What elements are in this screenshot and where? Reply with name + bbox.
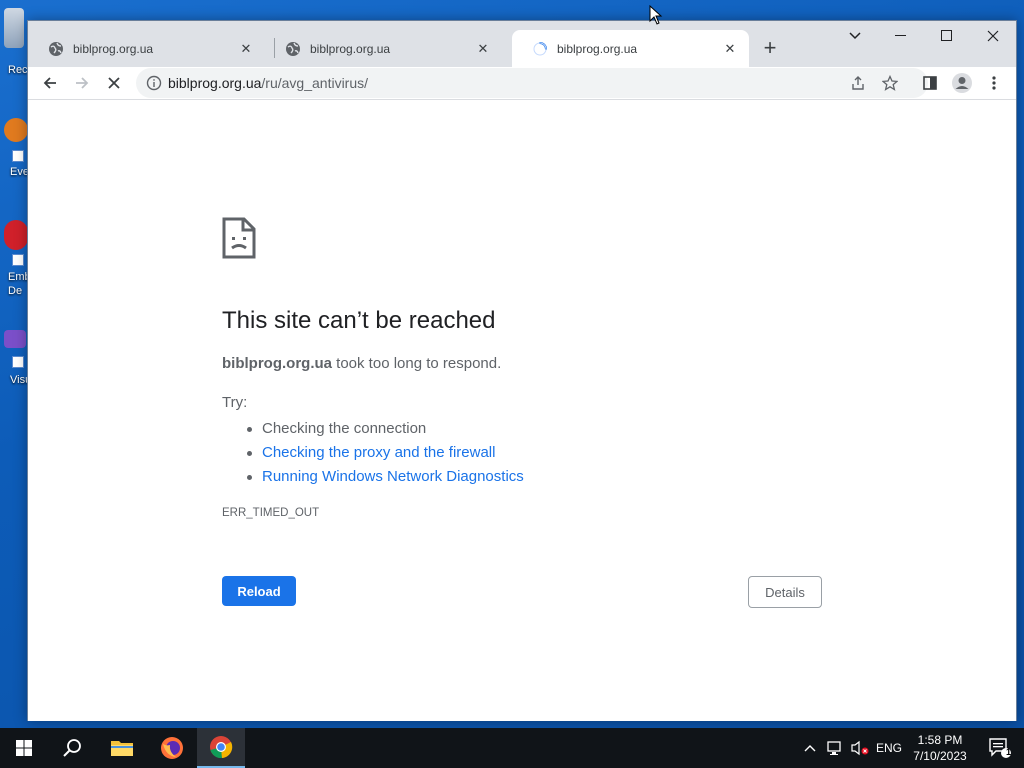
minimize-icon bbox=[895, 35, 906, 36]
taskbar: ENG 1:58 PM 7/10/2023 1 bbox=[0, 728, 1024, 768]
firefox-icon bbox=[161, 737, 183, 759]
bookmark-button[interactable] bbox=[876, 69, 904, 97]
chrome-icon bbox=[210, 736, 233, 759]
tab-3-active[interactable]: biblprog.org.ua ✕ bbox=[512, 30, 749, 67]
action-center-button[interactable]: 1 bbox=[976, 728, 1024, 768]
shortcut-arrow-icon bbox=[12, 356, 24, 368]
suggestion-network-diagnostics-link[interactable]: Running Windows Network Diagnostics bbox=[247, 465, 524, 489]
error-description: biblprog.org.ua took too long to respond… bbox=[222, 355, 501, 372]
error-host: biblprog.org.ua bbox=[222, 355, 332, 372]
globe-icon bbox=[285, 41, 301, 57]
close-icon bbox=[987, 30, 999, 42]
side-panel-button[interactable] bbox=[916, 69, 944, 97]
shortcut-arrow-icon bbox=[12, 150, 24, 162]
maximize-icon bbox=[941, 30, 952, 41]
arrow-left-icon bbox=[43, 77, 56, 89]
folder-icon bbox=[111, 741, 133, 756]
mouse-cursor-icon bbox=[649, 4, 663, 30]
volume-button[interactable] bbox=[848, 728, 872, 768]
arrow-right-icon bbox=[76, 77, 89, 89]
speaker-muted-icon bbox=[851, 740, 869, 756]
error-title: This site can’t be reached bbox=[222, 307, 496, 334]
back-button[interactable] bbox=[36, 69, 64, 97]
suggestion-check-connection: Checking the connection bbox=[247, 417, 524, 441]
tab-2[interactable]: biblprog.org.ua ✕ bbox=[265, 30, 502, 67]
url-path: /ru/avg_antivirus/ bbox=[261, 75, 369, 91]
browser-window: biblprog.org.ua ✕ biblprog.org.ua ✕ bibl… bbox=[27, 20, 1017, 721]
chevron-up-icon bbox=[804, 745, 816, 752]
input-language-indicator[interactable]: ENG bbox=[876, 741, 902, 755]
notification-count: 1 bbox=[1006, 747, 1012, 757]
start-button[interactable] bbox=[0, 728, 48, 768]
tab-close-icon[interactable]: ✕ bbox=[237, 40, 255, 58]
recycle-bin-icon bbox=[4, 8, 24, 48]
network-button[interactable] bbox=[824, 728, 848, 768]
error-code: ERR_TIMED_OUT bbox=[222, 507, 320, 519]
suggestion-check-proxy-link[interactable]: Checking the proxy and the firewall bbox=[247, 441, 524, 465]
show-hidden-icons-button[interactable] bbox=[798, 728, 822, 768]
error-reason: took too long to respond. bbox=[332, 355, 502, 372]
maximize-button[interactable] bbox=[924, 21, 970, 51]
url-host: biblprog.org.ua bbox=[168, 75, 262, 91]
error-page: This site can’t be reached biblprog.org.… bbox=[28, 101, 1016, 721]
tab-1[interactable]: biblprog.org.ua ✕ bbox=[28, 30, 265, 67]
network-icon bbox=[827, 741, 841, 755]
chrome-button[interactable] bbox=[197, 728, 245, 768]
site-info-icon[interactable] bbox=[140, 75, 168, 91]
file-explorer-button[interactable] bbox=[98, 728, 146, 768]
menu-button[interactable] bbox=[980, 69, 1008, 97]
tab-close-icon[interactable]: ✕ bbox=[474, 40, 492, 58]
tab-close-icon[interactable]: ✕ bbox=[721, 40, 739, 58]
side-panel-icon bbox=[923, 76, 937, 90]
globe-icon bbox=[48, 41, 64, 57]
details-button[interactable]: Details bbox=[748, 576, 822, 608]
try-label: Try: bbox=[222, 394, 248, 411]
close-window-button[interactable] bbox=[970, 21, 1016, 51]
avatar-icon bbox=[952, 73, 972, 93]
profile-button[interactable] bbox=[948, 69, 976, 97]
chevron-down-icon bbox=[849, 32, 861, 40]
close-icon bbox=[108, 77, 120, 89]
search-button[interactable] bbox=[48, 728, 96, 768]
navigation-toolbar: biblprog.org.ua/ru/avg_antivirus/ bbox=[28, 67, 1016, 100]
suggestion-list: Checking the connection Checking the pro… bbox=[247, 417, 524, 489]
stop-loading-button[interactable] bbox=[100, 69, 128, 97]
clock-date: 7/10/2023 bbox=[913, 749, 967, 763]
desktop-icon-label: Emb De bbox=[8, 271, 30, 297]
reload-button[interactable]: Reload bbox=[222, 576, 296, 606]
minimize-button[interactable] bbox=[878, 21, 924, 51]
app-icon bbox=[4, 220, 28, 250]
share-icon bbox=[852, 76, 864, 90]
address-bar[interactable]: biblprog.org.ua/ru/avg_antivirus/ bbox=[136, 68, 928, 98]
sad-page-icon bbox=[222, 217, 256, 264]
search-icon bbox=[63, 739, 81, 757]
app-icon bbox=[4, 330, 26, 348]
share-button[interactable] bbox=[844, 69, 872, 97]
forward-button[interactable] bbox=[68, 69, 96, 97]
tab-strip: biblprog.org.ua ✕ biblprog.org.ua ✕ bibl… bbox=[28, 21, 1016, 67]
firefox-button[interactable] bbox=[148, 728, 196, 768]
kebab-menu-icon bbox=[992, 76, 996, 90]
clock[interactable]: 1:58 PM 7/10/2023 bbox=[908, 732, 972, 764]
windows-logo-icon bbox=[16, 740, 32, 756]
tab-title: biblprog.org.ua bbox=[310, 41, 391, 56]
tab-title: biblprog.org.ua bbox=[73, 41, 154, 56]
tab-search-button[interactable] bbox=[832, 21, 878, 51]
tab-title: biblprog.org.ua bbox=[557, 41, 638, 56]
shortcut-arrow-icon bbox=[12, 254, 24, 266]
clock-time: 1:58 PM bbox=[917, 733, 963, 747]
star-icon bbox=[882, 75, 898, 91]
app-icon bbox=[4, 118, 28, 142]
loading-spinner-icon bbox=[532, 41, 548, 57]
new-tab-button[interactable]: + bbox=[757, 35, 783, 61]
